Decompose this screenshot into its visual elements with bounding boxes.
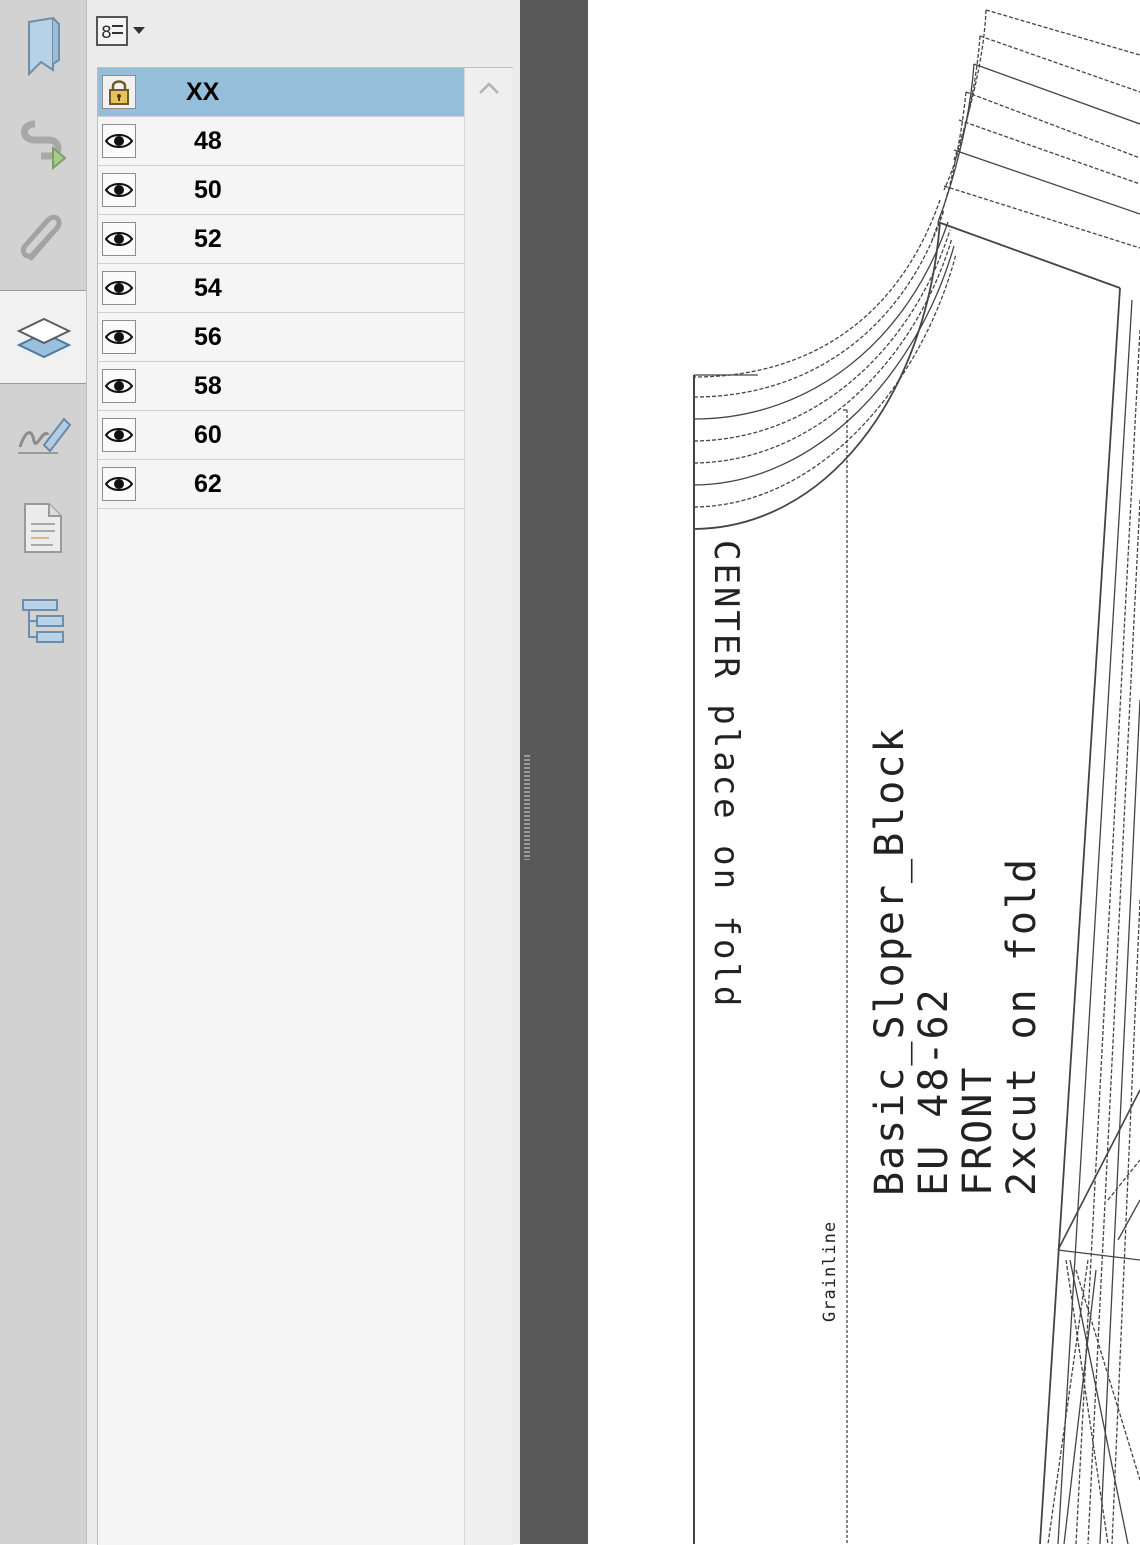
panel-splitter[interactable] (520, 0, 588, 1544)
eye-icon[interactable] (102, 222, 136, 256)
layer-options-button[interactable]: 8 (95, 14, 151, 52)
center-fold-label: CENTER place on fold (706, 540, 746, 1010)
layer-row-60[interactable]: 60 (98, 411, 464, 460)
layer-name: 62 (194, 470, 222, 498)
destinations-button[interactable] (0, 98, 86, 190)
page-thumbnails-button[interactable] (0, 482, 86, 574)
layer-name: XX (186, 78, 220, 106)
layer-name: 60 (194, 421, 222, 449)
layer-row-50[interactable]: 50 (98, 166, 464, 215)
eye-icon[interactable] (102, 467, 136, 501)
layer-name: 50 (194, 176, 222, 204)
splitter-grip[interactable] (524, 755, 530, 860)
layers-icon (15, 309, 73, 365)
document-page: CENTER place on fold Grainline Basic_Slo… (588, 0, 1140, 1544)
svg-text:8: 8 (101, 23, 112, 43)
signatures-button[interactable] (0, 388, 86, 480)
bookmark-icon (19, 14, 67, 78)
layer-row-52[interactable]: 52 (98, 215, 464, 264)
grainline-label: Grainline (820, 1220, 840, 1322)
eye-icon[interactable] (102, 369, 136, 403)
piece-name: FRONT (955, 1065, 1001, 1196)
eye-icon[interactable] (102, 418, 136, 452)
layer-row-58[interactable]: 58 (98, 362, 464, 411)
layer-name: 52 (194, 225, 222, 253)
layer-row-48[interactable]: 48 (98, 117, 464, 166)
layers-panel: 8 XX 48 50 52 54 56 58 60 62 (86, 0, 521, 1545)
attachment-icon (15, 210, 71, 270)
layer-row-54[interactable]: 54 (98, 264, 464, 313)
attachments-button[interactable] (0, 194, 86, 286)
layer-name: 48 (194, 127, 222, 155)
bookmarks-button[interactable] (0, 0, 86, 92)
model-tree-icon (17, 596, 69, 652)
eye-icon[interactable] (102, 320, 136, 354)
model-tree-button[interactable] (0, 578, 86, 670)
eye-icon[interactable] (102, 173, 136, 207)
signature-icon (14, 409, 72, 459)
layer-row-62[interactable]: 62 (98, 460, 464, 509)
layers-button[interactable] (0, 290, 87, 384)
layer-options-icon: 8 (95, 14, 151, 53)
layers-list[interactable]: XX 48 50 52 54 56 58 60 62 (97, 67, 513, 1545)
size-range: EU 48-62 (911, 987, 957, 1196)
layers-scrollbar[interactable] (464, 68, 513, 1545)
lock-icon[interactable] (102, 75, 136, 109)
layer-name: 54 (194, 274, 222, 302)
layer-name: 56 (194, 323, 222, 351)
eye-icon[interactable] (102, 124, 136, 158)
page-thumbnails-icon (19, 500, 67, 556)
cut-instruction: 2xcut on fold (999, 856, 1045, 1196)
eye-icon[interactable] (102, 271, 136, 305)
layer-row-56[interactable]: 56 (98, 313, 464, 362)
layers-panel-toolbar: 8 (87, 0, 521, 62)
scroll-up-icon[interactable] (477, 78, 501, 98)
pattern-title: Basic_Sloper_Block (867, 726, 913, 1196)
destinations-icon (15, 116, 71, 172)
navigation-rail (0, 0, 87, 1544)
pattern-drawing (693, 9, 1140, 1544)
layer-row-xx[interactable]: XX (98, 68, 464, 117)
layer-name: 58 (194, 372, 222, 400)
